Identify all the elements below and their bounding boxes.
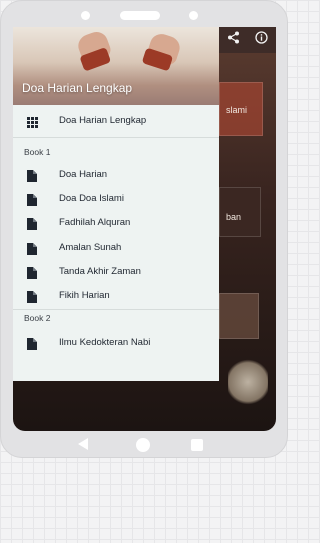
menu-item-amalan-sunah[interactable]: Amalan Sunah — [13, 238, 219, 258]
book-icon — [27, 217, 38, 230]
menu-item-label: Fikih Harian — [59, 290, 110, 301]
menu-item-fadhilah-alquran[interactable]: Fadhilah Alquran — [13, 213, 219, 233]
grid-icon — [27, 115, 38, 128]
menu-item-ilmu-kedokteran-nabi[interactable]: Ilmu Kedokteran Nabi — [13, 333, 219, 353]
book-icon — [27, 290, 38, 303]
menu-item-doa-harian-lengkap[interactable]: Doa Harian Lengkap — [13, 111, 219, 131]
menu-item-tanda-akhir-zaman[interactable]: Tanda Akhir Zaman — [13, 262, 219, 282]
praying-hand-image — [75, 28, 113, 72]
praying-hand-image — [141, 31, 183, 72]
book-icon — [27, 169, 38, 182]
section-title-book-2: Book 2 — [24, 313, 51, 323]
background-card[interactable]: slami — [219, 82, 263, 136]
back-icon[interactable] — [76, 437, 90, 456]
share-icon[interactable] — [227, 31, 240, 47]
section-title-book-1: Book 1 — [24, 147, 51, 157]
menu-item-label: Doa Harian Lengkap — [59, 115, 147, 126]
background-card-label: ban — [226, 212, 242, 222]
menu-item-label: Doa Doa Islami — [59, 193, 124, 204]
menu-item-doa-doa-islami[interactable]: Doa Doa Islami — [13, 189, 219, 209]
recents-icon[interactable] — [190, 438, 204, 457]
home-icon[interactable] — [135, 437, 151, 458]
book-icon — [27, 242, 38, 255]
background-card[interactable] — [219, 293, 259, 339]
app-screen: slami ban Doa Harian Lengkap Doa Harian … — [13, 27, 276, 431]
background-card[interactable]: ban — [219, 187, 261, 237]
info-icon[interactable] — [255, 31, 268, 47]
menu-item-label: Fadhilah Alquran — [59, 217, 131, 228]
menu-item-fikih-harian[interactable]: Fikih Harian — [13, 286, 219, 306]
book-icon — [27, 337, 38, 350]
camera-dot — [189, 11, 198, 20]
menu-item-label: Tanda Akhir Zaman — [59, 266, 141, 277]
rosary-image — [228, 357, 268, 407]
navigation-drawer: Doa Harian Lengkap Doa Harian Lengkap Bo… — [13, 27, 219, 381]
phone-frame: slami ban Doa Harian Lengkap Doa Harian … — [0, 0, 288, 458]
menu-item-label: Amalan Sunah — [59, 242, 122, 253]
speaker-dot — [81, 11, 90, 20]
divider — [13, 137, 219, 138]
background-card-label: slami — [226, 105, 248, 115]
menu-item-doa-harian[interactable]: Doa Harian — [13, 165, 219, 185]
book-icon — [27, 266, 38, 279]
drawer-header: Doa Harian Lengkap — [13, 27, 219, 105]
menu-item-label: Ilmu Kedokteran Nabi — [59, 337, 151, 348]
divider — [13, 309, 219, 310]
menu-item-label: Doa Harian — [59, 169, 108, 180]
drawer-title: Doa Harian Lengkap — [22, 81, 133, 95]
book-icon — [27, 193, 38, 206]
speaker-grille — [120, 11, 160, 20]
